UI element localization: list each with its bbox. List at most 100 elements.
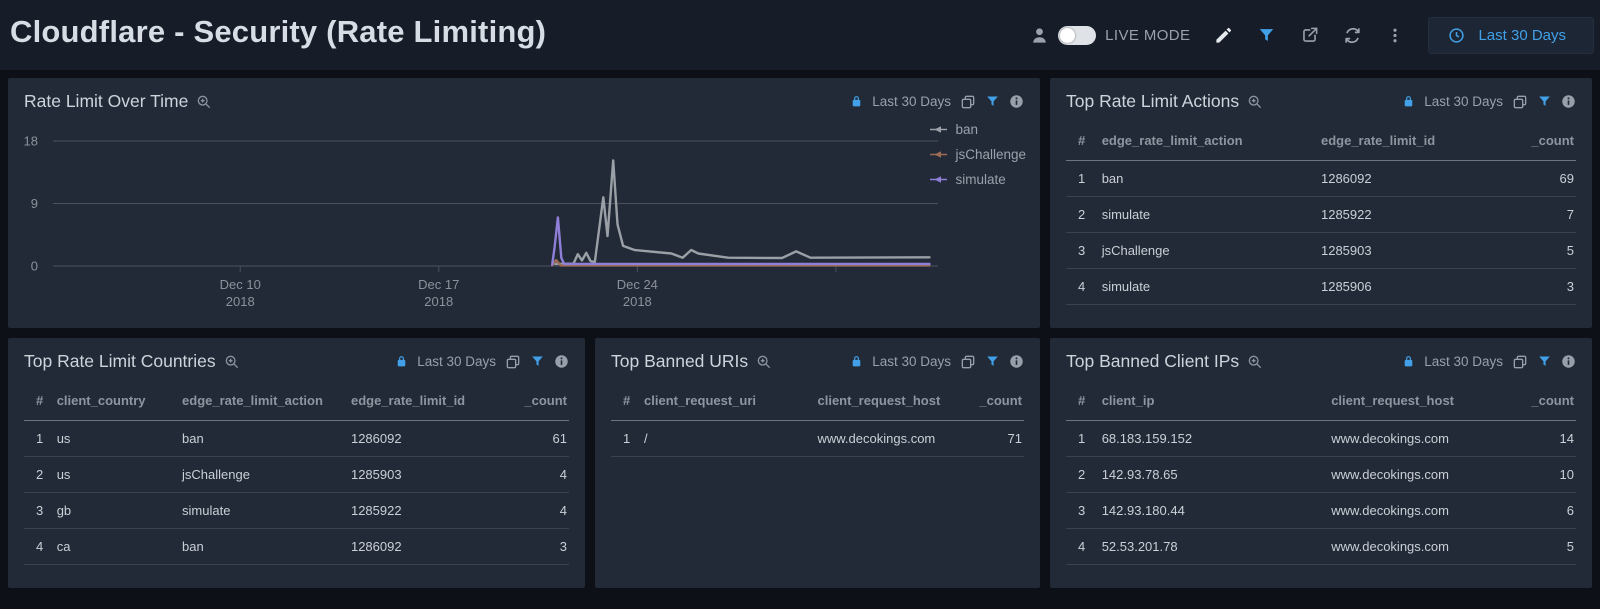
table-cell: ban (182, 420, 351, 456)
time-range-button[interactable]: Last 30 Days (1428, 17, 1594, 54)
edit-button[interactable] (1214, 26, 1233, 45)
column-header: edge_rate_limit_action (1102, 124, 1321, 160)
panel-header: Rate Limit Over Time Last 30 Days (8, 78, 1040, 118)
header: Cloudflare - Security (Rate Limiting) LI… (0, 0, 1600, 70)
svg-text:2018: 2018 (226, 294, 255, 309)
table-cell: 142.93.78.65 (1102, 456, 1332, 492)
lock-icon (850, 95, 863, 108)
table-cell: 4 (1066, 528, 1102, 564)
panel-controls: Last 30 Days (1402, 94, 1576, 110)
copy-icon[interactable] (505, 354, 521, 370)
zoom-in-icon[interactable] (756, 354, 772, 370)
table-cell: 3 (24, 492, 57, 528)
table-cell: 1 (611, 420, 644, 456)
refresh-button[interactable] (1343, 26, 1362, 45)
table-cell: 1285906 (1321, 268, 1484, 304)
panel-time-range: Last 30 Days (872, 354, 951, 369)
panel-controls: Last 30 Days (1402, 354, 1576, 370)
info-icon[interactable] (1561, 94, 1576, 109)
table-row[interactable]: 3jsChallenge12859035 (1066, 232, 1576, 268)
table-cell: 4 (24, 528, 57, 564)
copy-icon[interactable] (1512, 354, 1528, 370)
info-icon[interactable] (1561, 354, 1576, 369)
table-header-row: #client_ipclient_request_host_count (1066, 384, 1576, 420)
panel-time-range: Last 30 Days (1424, 354, 1503, 369)
panel-time-range: Last 30 Days (417, 354, 496, 369)
table-row[interactable]: 2142.93.78.65www.decokings.com10 (1066, 456, 1576, 492)
table-cell: www.decokings.com (1331, 528, 1484, 564)
copy-icon[interactable] (960, 94, 976, 110)
zoom-in-icon[interactable] (1247, 354, 1263, 370)
table-cell: 4 (487, 492, 569, 528)
column-header: # (1066, 384, 1102, 420)
table-row[interactable]: 168.183.159.152www.decokings.com14 (1066, 420, 1576, 456)
panel-controls: Last 30 Days (850, 354, 1024, 370)
table-row[interactable]: 4simulate12859063 (1066, 268, 1576, 304)
table-row[interactable]: 2simulate12859227 (1066, 196, 1576, 232)
table-row[interactable]: 3gbsimulate12859224 (24, 492, 569, 528)
panel-header: Top Rate Limit Actions Last 30 Days (1050, 78, 1592, 118)
column-header: # (1066, 124, 1102, 160)
copy-icon[interactable] (1512, 94, 1528, 110)
table-row[interactable]: 452.53.201.78www.decokings.com5 (1066, 528, 1576, 564)
countries-table: #client_countryedge_rate_limit_actionedg… (24, 384, 569, 565)
column-header: client_ip (1102, 384, 1332, 420)
column-header: _count (950, 384, 1024, 420)
kebab-menu-button[interactable] (1386, 26, 1404, 45)
column-header: # (611, 384, 644, 420)
table-row[interactable]: 2usjsChallenge12859034 (24, 456, 569, 492)
legend-item-jsChallenge[interactable]: jsChallenge (930, 147, 1026, 162)
table-cell: 1285903 (1321, 232, 1484, 268)
table-cell: us (57, 456, 182, 492)
panel-title: Top Rate Limit Actions (1066, 91, 1239, 112)
actions-table: #edge_rate_limit_actionedge_rate_limit_i… (1066, 124, 1576, 305)
table-cell: ca (57, 528, 182, 564)
zoom-in-icon[interactable] (224, 354, 240, 370)
info-icon[interactable] (1009, 94, 1024, 109)
table-cell: ban (1102, 160, 1321, 196)
svg-text:0: 0 (31, 259, 38, 274)
table-row[interactable]: 1usban128609261 (24, 420, 569, 456)
panel-title: Top Rate Limit Countries (24, 351, 216, 372)
filter-icon[interactable] (1537, 354, 1552, 369)
legend-item-ban[interactable]: ban (930, 122, 1026, 137)
table-cell: 52.53.201.78 (1102, 528, 1332, 564)
panel-header: Top Banned URIs Last 30 Days (595, 338, 1040, 378)
panel-rate-limit-over-time: Rate Limit Over Time Last 30 Days (8, 78, 1040, 328)
table-row[interactable]: 4caban12860923 (24, 528, 569, 564)
table-cell: 14 (1484, 420, 1576, 456)
filter-icon[interactable] (985, 94, 1000, 109)
panel-top-rate-limit-actions: Top Rate Limit Actions Last 30 Days (1050, 78, 1592, 328)
info-icon[interactable] (1009, 354, 1024, 369)
info-icon[interactable] (554, 354, 569, 369)
table-cell: 1286092 (351, 528, 487, 564)
table-cell: 4 (1066, 268, 1102, 304)
series-line-ban (555, 160, 929, 264)
zoom-in-icon[interactable] (196, 94, 212, 110)
legend-item-simulate[interactable]: simulate (930, 172, 1026, 187)
table-cell: 3 (1066, 232, 1102, 268)
table-cell: www.decokings.com (1331, 492, 1484, 528)
filter-icon[interactable] (985, 354, 1000, 369)
share-button[interactable] (1300, 26, 1319, 45)
toggle-knob (1060, 28, 1075, 43)
table-cell: 2 (1066, 456, 1102, 492)
zoom-in-icon[interactable] (1247, 94, 1263, 110)
table-cell: 1 (1066, 420, 1102, 456)
filter-icon[interactable] (530, 354, 545, 369)
table-row[interactable]: 1/www.decokings.com71 (611, 420, 1024, 456)
column-header: edge_rate_limit_id (351, 384, 487, 420)
table-row[interactable]: 3142.93.180.44www.decokings.com6 (1066, 492, 1576, 528)
table-header-row: #edge_rate_limit_actionedge_rate_limit_i… (1066, 124, 1576, 160)
live-mode-toggle[interactable] (1058, 26, 1096, 45)
copy-icon[interactable] (960, 354, 976, 370)
table-cell: 3 (1066, 492, 1102, 528)
filter-icon[interactable] (1537, 94, 1552, 109)
lock-icon (850, 355, 863, 368)
live-mode-label: LIVE MODE (1105, 27, 1190, 44)
table-cell: 1 (1066, 160, 1102, 196)
filter-button[interactable] (1257, 26, 1276, 45)
svg-text:9: 9 (31, 196, 38, 211)
table-cell: 4 (487, 456, 569, 492)
table-row[interactable]: 1ban128609269 (1066, 160, 1576, 196)
